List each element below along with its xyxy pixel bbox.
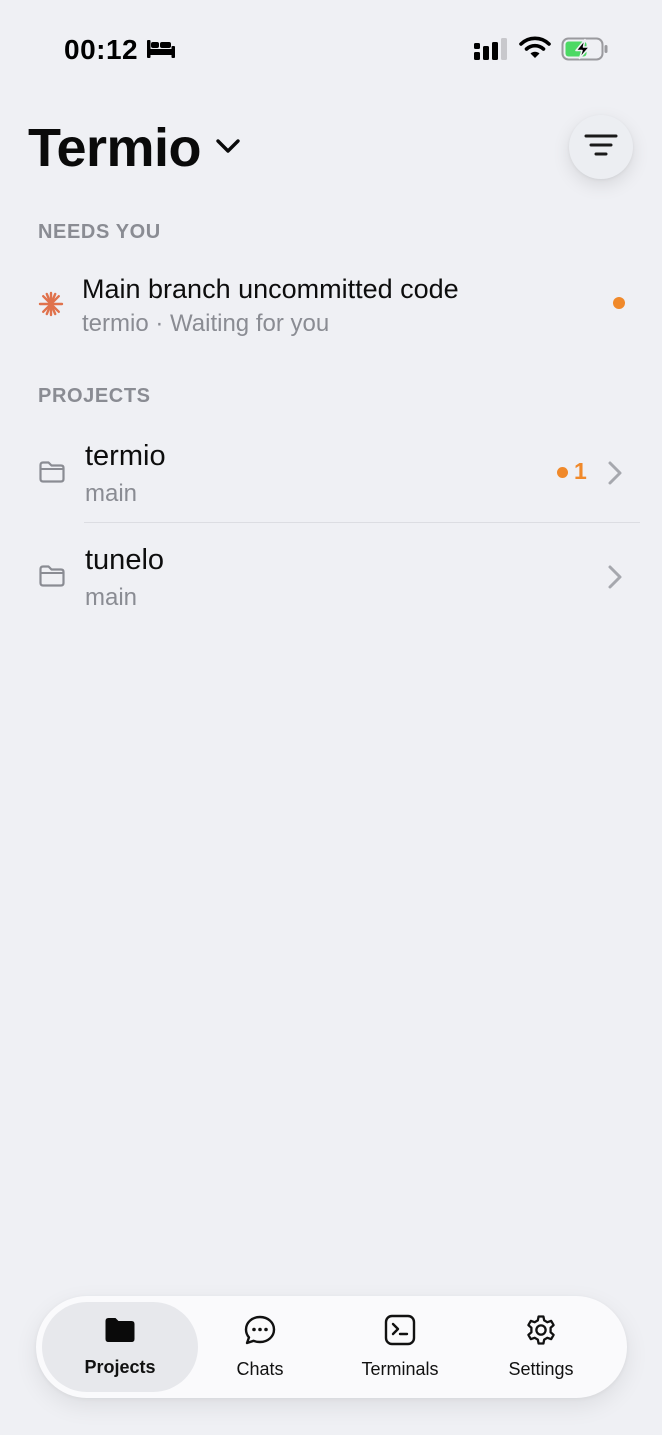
needs-you-item[interactable]: Main branch uncommitted code termio · Wa… <box>0 266 662 346</box>
project-name: termio <box>85 440 166 472</box>
project-row-tunelo[interactable]: tunelo main <box>0 524 662 628</box>
tab-label: Chats <box>236 1359 284 1379</box>
page-title: Termio <box>28 118 202 178</box>
needs-you-item-subtitle: termio · Waiting for you <box>82 310 330 337</box>
pending-count-badge: 1 <box>574 458 587 484</box>
chevron-down-icon <box>215 137 241 160</box>
spark-icon <box>38 291 64 322</box>
row-divider <box>84 522 640 523</box>
cellular-signal-icon <box>474 38 508 67</box>
project-branch: main <box>85 480 138 507</box>
tab-label: Terminals <box>361 1359 439 1379</box>
tab-projects[interactable]: Projects <box>42 1302 198 1392</box>
workspace-switcher[interactable]: Termio <box>28 116 241 180</box>
tab-label: Projects <box>84 1357 156 1377</box>
needs-you-item-title: Main branch uncommitted code <box>82 274 459 304</box>
app-screen: 00:12 Termio NEEDS YOU Main branch uncom… <box>0 0 662 1435</box>
tab-chats[interactable]: Chats <box>190 1302 330 1392</box>
status-time: 00:12 <box>64 34 139 65</box>
filter-lines-icon <box>584 133 618 162</box>
project-row-termio[interactable]: termio main 1 <box>0 420 662 524</box>
chat-bubble-icon <box>243 1314 277 1351</box>
project-name: tunelo <box>85 544 165 576</box>
needs-attention-dot <box>613 297 625 309</box>
folder-icon <box>38 564 66 593</box>
project-branch: main <box>85 584 138 611</box>
filter-button[interactable] <box>569 115 633 179</box>
tab-terminals[interactable]: Terminals <box>330 1302 470 1392</box>
tab-label: Settings <box>508 1359 574 1379</box>
gear-icon <box>525 1314 557 1351</box>
projects-section-header: PROJECTS <box>38 385 151 407</box>
folder-filled-icon <box>104 1316 136 1349</box>
bed-icon <box>146 38 176 65</box>
tab-settings[interactable]: Settings <box>471 1302 611 1392</box>
battery-charging-icon <box>561 37 609 66</box>
terminal-icon <box>384 1314 416 1351</box>
chevron-right-icon <box>606 564 624 595</box>
bottom-tab-bar: Projects Chats Terminals Settings <box>36 1296 627 1398</box>
status-bar: 00:12 <box>0 0 662 100</box>
wifi-icon <box>519 36 551 65</box>
pending-dot <box>557 467 568 478</box>
chevron-right-icon <box>606 460 624 491</box>
needs-you-section-header: NEEDS YOU <box>38 221 161 243</box>
folder-icon <box>38 460 66 489</box>
